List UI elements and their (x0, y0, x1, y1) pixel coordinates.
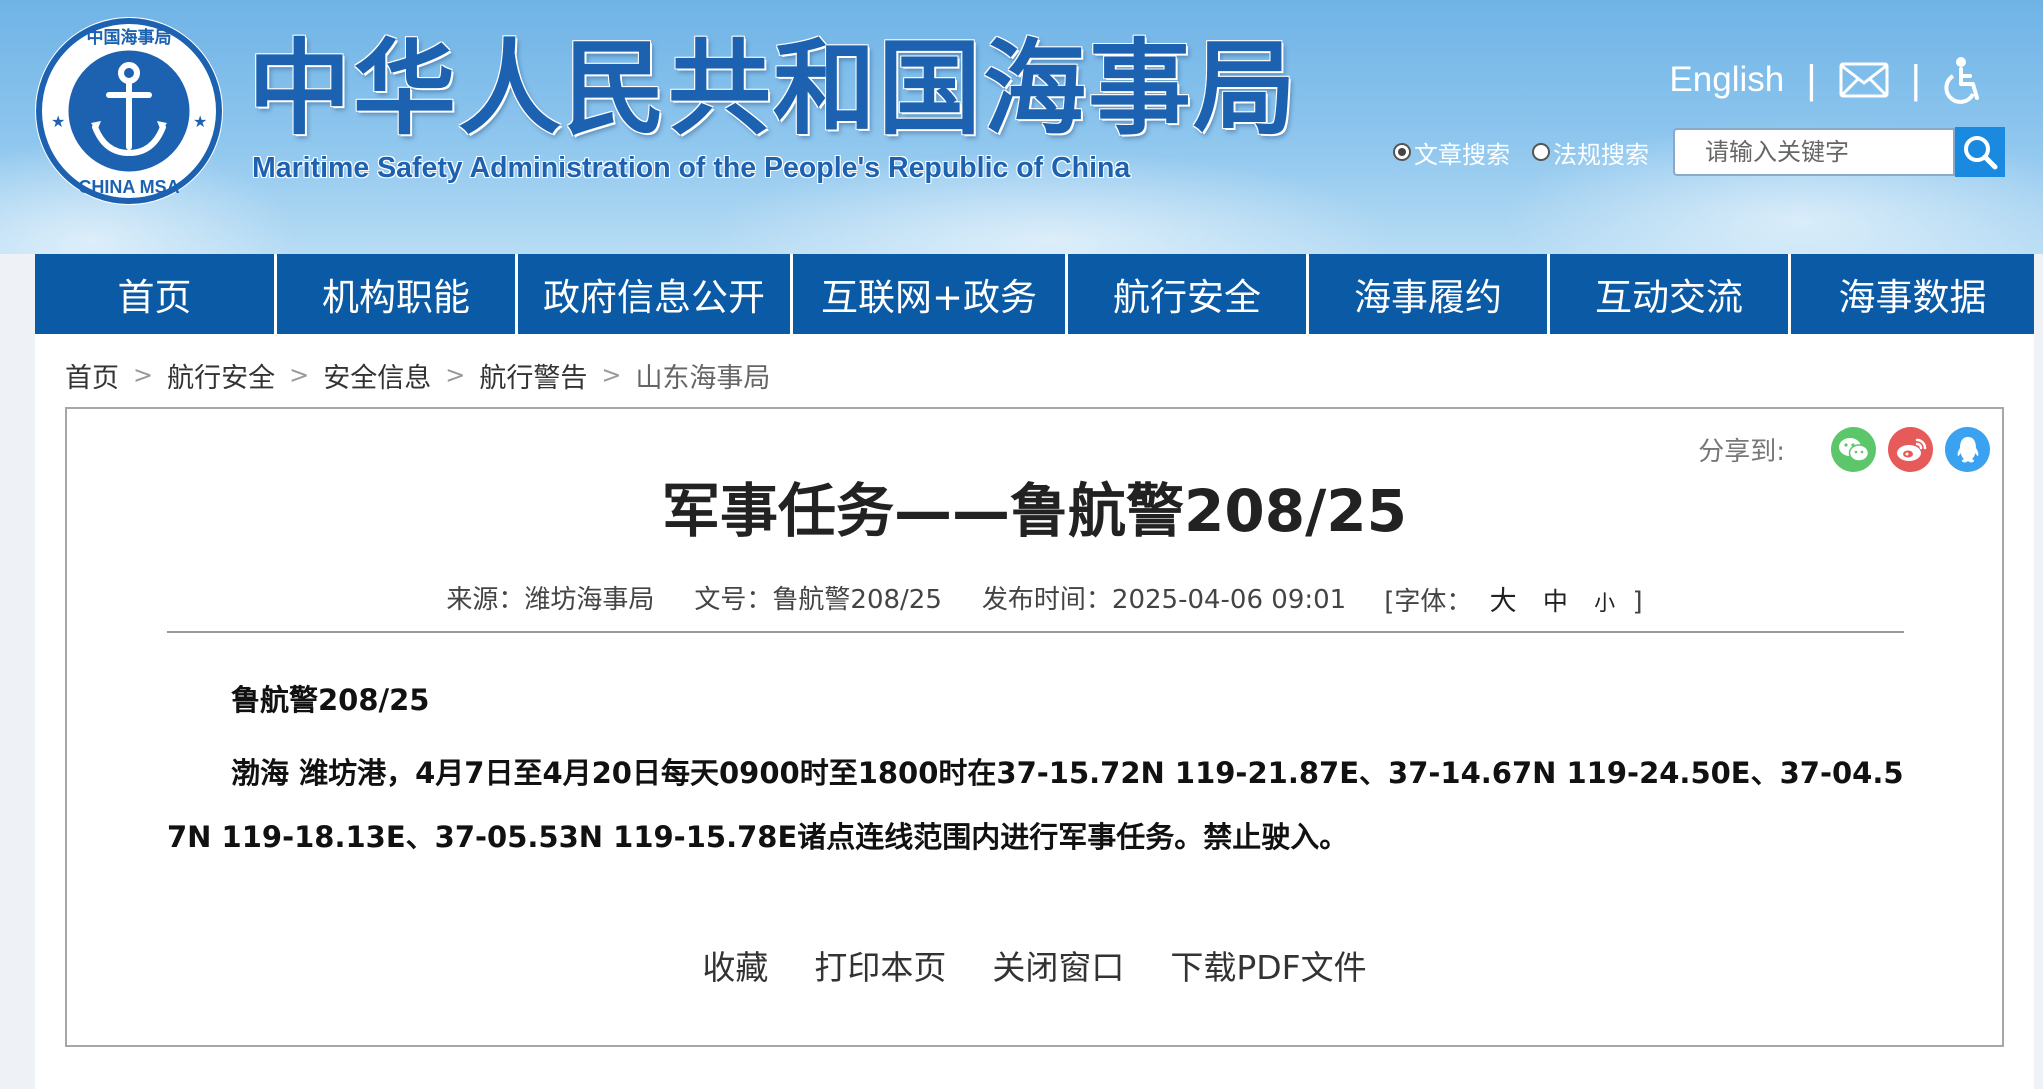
warning-text: 渤海 潍坊港，4月7日至4月20日每天0900时至1800时在37-15.72N… (167, 756, 1904, 854)
font-size-large-button[interactable]: 大 (1490, 586, 1517, 617)
breadcrumb-safety-info[interactable]: 安全信息 (323, 356, 431, 395)
breadcrumb: 首页 > 航行安全 > 安全信息 > 航行警告 > 山东海事局 (65, 355, 770, 395)
radio-law-search[interactable]: 法规搜索 (1532, 135, 1649, 170)
breadcrumb-separator: > (445, 361, 466, 389)
logo-ring-text-en: CHINA MSA (78, 177, 179, 197)
article-actions: 收藏 打印本页 关闭窗口 下载PDF文件 (67, 941, 2002, 989)
meta-divider (167, 631, 1904, 633)
radio-dot-selected[interactable] (1393, 143, 1411, 161)
close-window-button[interactable]: 关闭窗口 (992, 941, 1124, 989)
search-bar: 文章搜索 法规搜索 (1393, 127, 2005, 177)
meta-source: 来源：潍坊海事局 (446, 585, 655, 615)
breadcrumb-separator: > (601, 361, 622, 389)
mail-icon[interactable] (1839, 62, 1889, 98)
logo-star-icon: ★ (51, 114, 65, 131)
meta-doc-number: 文号：鲁航警208/25 (694, 585, 942, 615)
nav-item-nav-safety[interactable]: 航行安全 (1068, 254, 1306, 334)
site-header: 中国海事局 CHINA MSA ★ ★ 中华人民共和国海事局 Maritime … (0, 0, 2043, 254)
nav-item-home[interactable]: 首页 (35, 254, 274, 334)
font-size-control: [字体： 大 中 小 ] (1384, 579, 1642, 618)
warning-code: 鲁航警208/25 (231, 683, 430, 717)
font-size-medium-button[interactable]: 中 (1543, 587, 1568, 616)
radio-label: 法规搜索 (1553, 141, 1649, 169)
bookmark-button[interactable]: 收藏 (702, 941, 768, 989)
top-link-separator: | (1806, 58, 1817, 102)
nav-item-functions[interactable]: 机构职能 (277, 254, 515, 334)
logo-ring-text-cn: 中国海事局 (87, 27, 172, 48)
article-body: 鲁航警208/25 渤海 潍坊港，4月7日至4月20日每天0900时至1800时… (167, 677, 1904, 869)
top-links: English | | (1669, 50, 1983, 110)
breadcrumb-nav-safety[interactable]: 航行安全 (167, 356, 275, 395)
breadcrumb-separator: > (133, 361, 154, 389)
meta-publish-time: 发布时间：2025-04-06 09:01 (981, 585, 1347, 615)
nav-item-gov-info[interactable]: 政府信息公开 (518, 254, 790, 334)
font-size-label: [字体： (1384, 587, 1473, 617)
nav-item-compliance[interactable]: 海事履约 (1309, 254, 1547, 334)
print-button[interactable]: 打印本页 (814, 941, 946, 989)
site-title-cn[interactable]: 中华人民共和国海事局 (248, 30, 1298, 148)
msa-logo-emblem[interactable]: 中国海事局 CHINA MSA ★ ★ (33, 15, 225, 207)
search-button[interactable] (1955, 127, 2005, 177)
nav-item-interaction[interactable]: 互动交流 (1550, 254, 1788, 334)
site-title-en: Maritime Safety Administration of the Pe… (252, 152, 1131, 184)
radio-article-search[interactable]: 文章搜索 (1393, 135, 1510, 170)
article-box: 分享到: 军事任务——鲁航警208/25 来源：潍坊海事局 文号：鲁航警208/… (65, 407, 2004, 1047)
share-label: 分享到: (1698, 437, 1785, 467)
font-size-small-button[interactable]: 小 (1594, 591, 1615, 615)
search-input[interactable] (1673, 128, 1955, 176)
english-link[interactable]: English (1669, 60, 1784, 100)
search-icon (1964, 136, 1998, 170)
download-pdf-button[interactable]: 下载PDF文件 (1170, 941, 1366, 989)
breadcrumb-home[interactable]: 首页 (65, 356, 119, 395)
radio-label: 文章搜索 (1414, 141, 1510, 169)
main-nav: 首页 机构职能 政府信息公开 互联网+政务 航行安全 海事履约 互动交流 海事数… (35, 254, 2034, 334)
top-link-separator: | (1910, 58, 1921, 102)
radio-dot[interactable] (1532, 143, 1550, 161)
accessibility-icon[interactable] (1943, 56, 1983, 104)
article-meta: 来源：潍坊海事局 文号：鲁航警208/25 发布时间：2025-04-06 09… (67, 579, 2002, 618)
nav-item-internet-gov[interactable]: 互联网+政务 (793, 254, 1065, 334)
breadcrumb-nav-warnings[interactable]: 航行警告 (479, 356, 587, 395)
article-title: 军事任务——鲁航警208/25 (662, 477, 1407, 545)
breadcrumb-current[interactable]: 山东海事局 (635, 356, 770, 395)
font-size-close: ] (1632, 587, 1643, 617)
nav-item-data[interactable]: 海事数据 (1791, 254, 2034, 334)
page-edge (2034, 334, 2043, 1089)
logo-star-icon: ★ (193, 114, 207, 131)
breadcrumb-separator: > (289, 361, 310, 389)
